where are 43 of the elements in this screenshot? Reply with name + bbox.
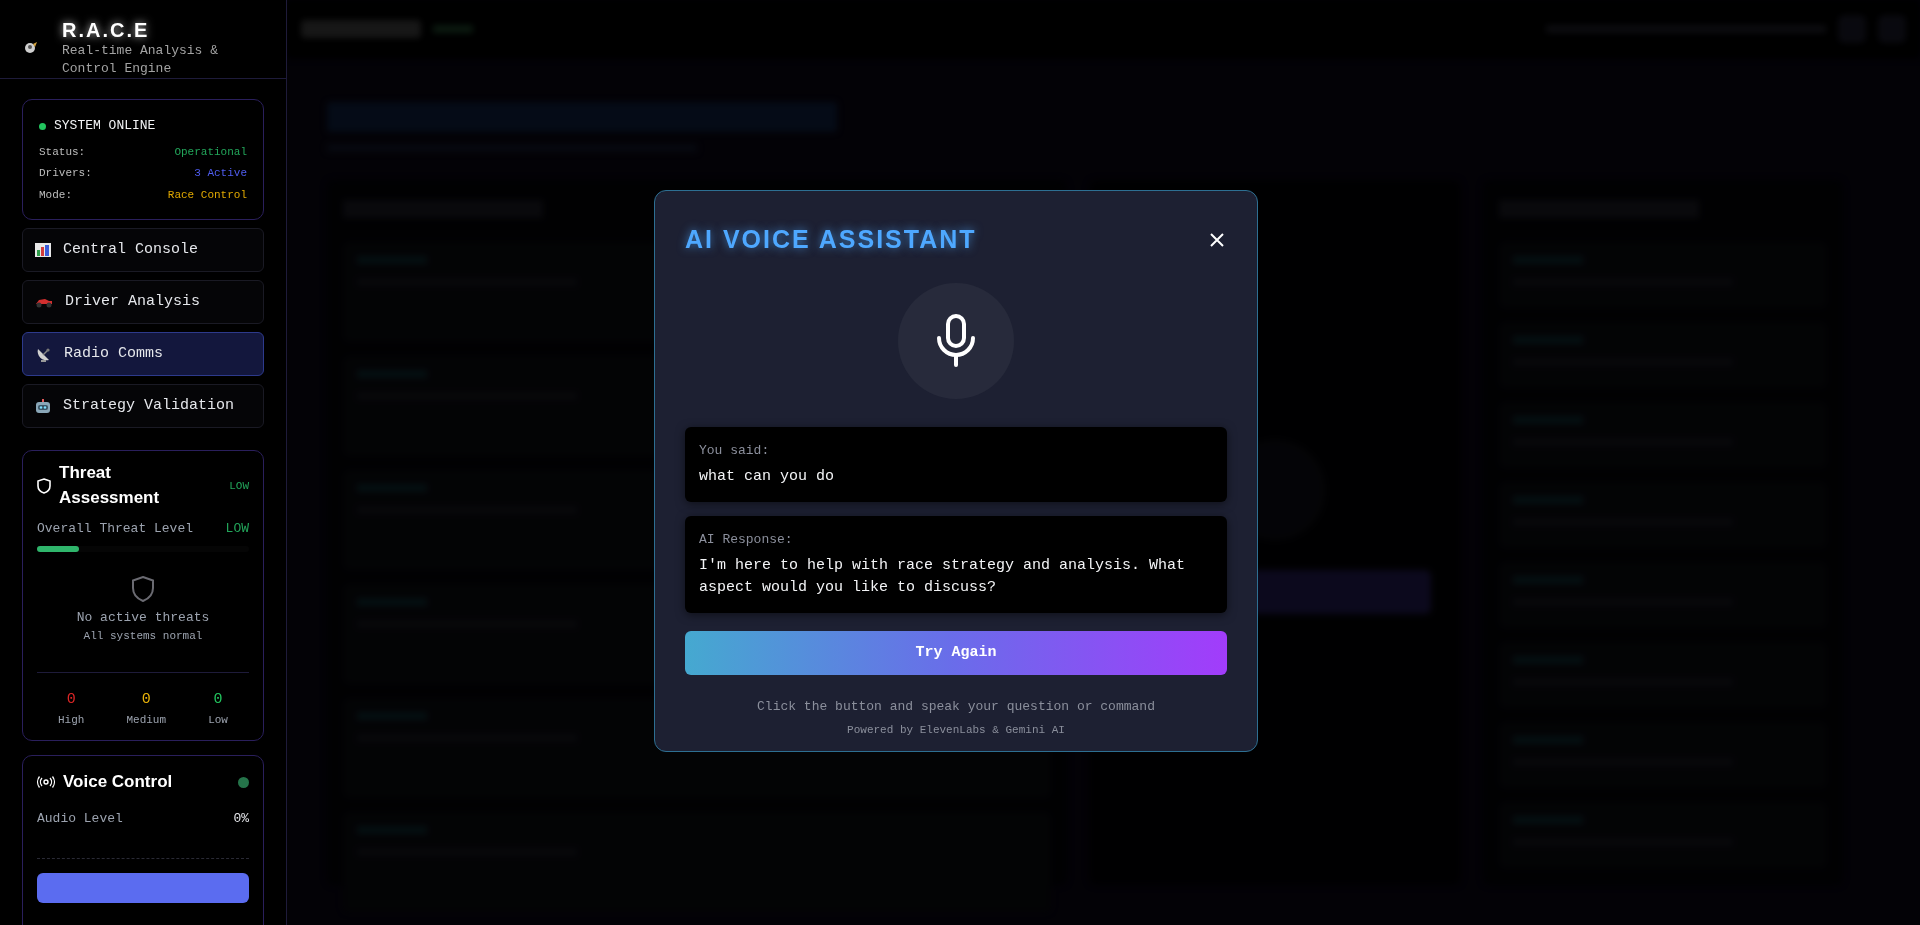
nav-item[interactable]: Driver Analysis [22,280,264,325]
nav-item[interactable]: Radio Comms [22,332,264,377]
status-label: Drivers: [39,166,92,182]
try-again-button[interactable]: Try Again [685,630,1227,675]
bar-chart-icon [35,242,51,259]
threat-count-label: High [58,712,85,728]
message-label: AI Response: [699,530,794,549]
message-text: I'm here to help with race strategy and analysis. What aspect would you like to discuss? [699,556,1187,598]
voice-button[interactable] [37,873,249,904]
broadcast-icon [37,776,55,789]
race-car-icon [35,296,53,309]
dialog-title: AI VOICE ASSISTANT [685,224,977,255]
threat-title: Threat Assessment [59,462,161,509]
threat-count: 0 [213,690,223,711]
message-label: You said: [699,441,771,460]
status-label: Status: [39,144,86,160]
threat-status-text: LOW [229,478,249,494]
empty-title: No active threats [76,609,210,628]
message-text: what can you do [699,467,836,487]
shield-icon [132,576,154,603]
microphone-icon [936,313,976,368]
app-title: R.A.C.E [62,18,151,42]
status-label: Mode: [39,187,72,203]
threat-level-label: Overall Threat Level [37,519,194,538]
audio-level-value: 0% [233,809,249,828]
hint-text: Click the button and speak your question or command [756,697,1156,716]
footer-text: Powered by ElevenLabs & Gemini AI [846,723,1066,739]
threat-level-value: LOW [225,519,249,538]
voice-title: Voice Control [63,771,173,794]
threat-count: 0 [141,690,151,711]
threat-count-label: Low [208,712,228,728]
shield-icon [37,478,51,494]
threat-count-label: Medium [126,712,167,728]
nav-item[interactable]: Central Console [22,228,264,273]
status-value: Operational [174,144,247,160]
status-value: 3 Active [194,166,247,182]
threat-count: 0 [66,690,76,711]
status-title: SYSTEM ONLINE [54,117,156,136]
app-subtitle: Real-time Analysis & Control Engine [62,42,220,79]
nav-item[interactable]: Strategy Validation [22,384,264,429]
empty-subtitle: All systems normal [83,628,203,644]
status-value: Race Control [167,187,247,203]
audio-level-label: Audio Level [37,809,123,828]
